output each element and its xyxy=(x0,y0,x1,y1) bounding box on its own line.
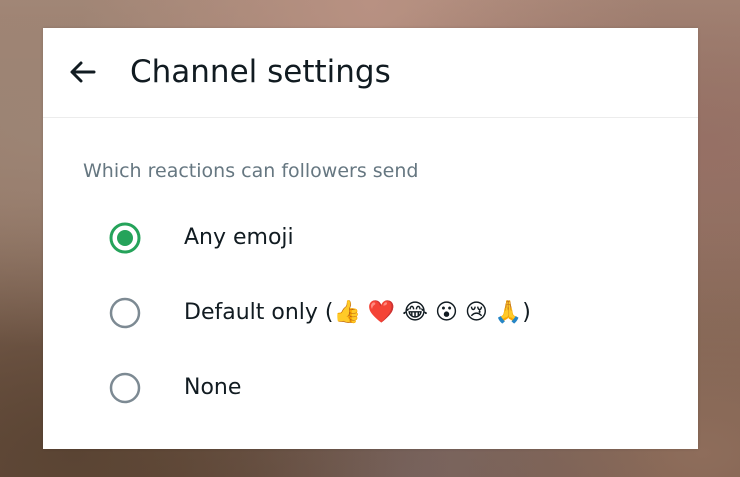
app-bar: Channel settings xyxy=(43,28,698,118)
option-none[interactable]: None xyxy=(101,365,661,411)
option-default-only[interactable]: Default only (👍 ❤️ 😂 😮 😢 🙏) xyxy=(101,290,661,336)
radio-button-selected[interactable] xyxy=(109,222,141,254)
option-label: None xyxy=(184,375,242,400)
arrow-left-icon xyxy=(70,61,96,83)
section-heading: Which reactions can followers send xyxy=(83,160,419,182)
option-any-emoji[interactable]: Any emoji xyxy=(101,215,661,261)
option-label: Default only (👍 ❤️ 😂 😮 😢 🙏) xyxy=(184,300,531,325)
back-button[interactable] xyxy=(67,56,99,88)
settings-card: Channel settings Which reactions can fol… xyxy=(43,28,698,449)
page-title: Channel settings xyxy=(130,54,391,90)
radio-button-unselected[interactable] xyxy=(109,372,141,404)
radio-checked-icon xyxy=(109,222,141,254)
radio-button-unselected[interactable] xyxy=(109,297,141,329)
radio-unchecked-icon xyxy=(109,297,141,329)
option-label: Any emoji xyxy=(184,225,294,250)
radio-unchecked-icon xyxy=(109,372,141,404)
